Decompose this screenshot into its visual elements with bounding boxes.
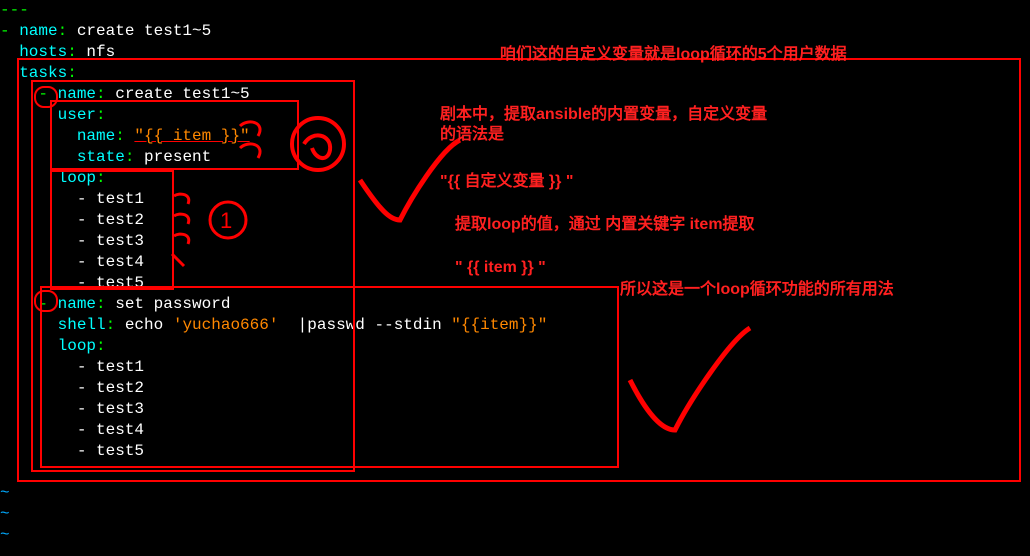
code-line: - name: create test1~5	[0, 21, 211, 42]
code-line: loop:	[0, 336, 106, 357]
code-line: ---	[0, 0, 29, 21]
annotation-text-2b: 的语法是	[440, 125, 504, 145]
code-line: state: present	[0, 147, 211, 168]
code-line: - test4	[0, 252, 144, 273]
code-line: loop:	[0, 168, 106, 189]
svg-text:1: 1	[220, 208, 232, 233]
code-line: shell: echo 'yuchao666' |passwd --stdin …	[0, 315, 547, 336]
terminal-editor: --- - name: create test1~5 hosts: nfs ta…	[0, 0, 1030, 556]
big-check-2	[620, 320, 760, 450]
code-line: - test3	[0, 399, 144, 420]
annotation-text-5: " {{ item }} "	[455, 258, 546, 278]
code-line: user:	[0, 105, 106, 126]
code-line: - name: set password	[0, 294, 230, 315]
code-line: - test4	[0, 420, 144, 441]
annotation-text-6: 所以这是一个loop循环功能的所有用法	[620, 280, 894, 300]
annotation-text-3: "{{ 自定义变量 }} "	[440, 172, 573, 192]
code-line: - test3	[0, 231, 144, 252]
annotation-text-2a: 剧本中，提取ansible的内置变量，自定义变量	[440, 105, 767, 125]
code-line: - test5	[0, 441, 144, 462]
vim-tilde: ~	[0, 525, 10, 546]
code-line: name: "{{ item }}"	[0, 126, 250, 147]
code-line: hosts: nfs	[0, 42, 115, 63]
scribble-item-marks	[236, 116, 366, 186]
code-line: tasks:	[0, 63, 77, 84]
scribble-loop-marks: 1	[170, 190, 280, 290]
code-line: - test1	[0, 357, 144, 378]
annotation-text-1: 咱们这的自定义变量就是loop循环的5个用户数据	[500, 45, 847, 65]
code-line: - test2	[0, 210, 144, 231]
vim-tilde: ~	[0, 483, 10, 504]
code-line: - test1	[0, 189, 144, 210]
annotation-text-4: 提取loop的值，通过 内置关键字 item提取	[455, 215, 755, 235]
code-line: - name: create test1~5	[0, 84, 250, 105]
code-line: - test5	[0, 273, 144, 294]
code-line: - test2	[0, 378, 144, 399]
vim-tilde: ~	[0, 504, 10, 525]
